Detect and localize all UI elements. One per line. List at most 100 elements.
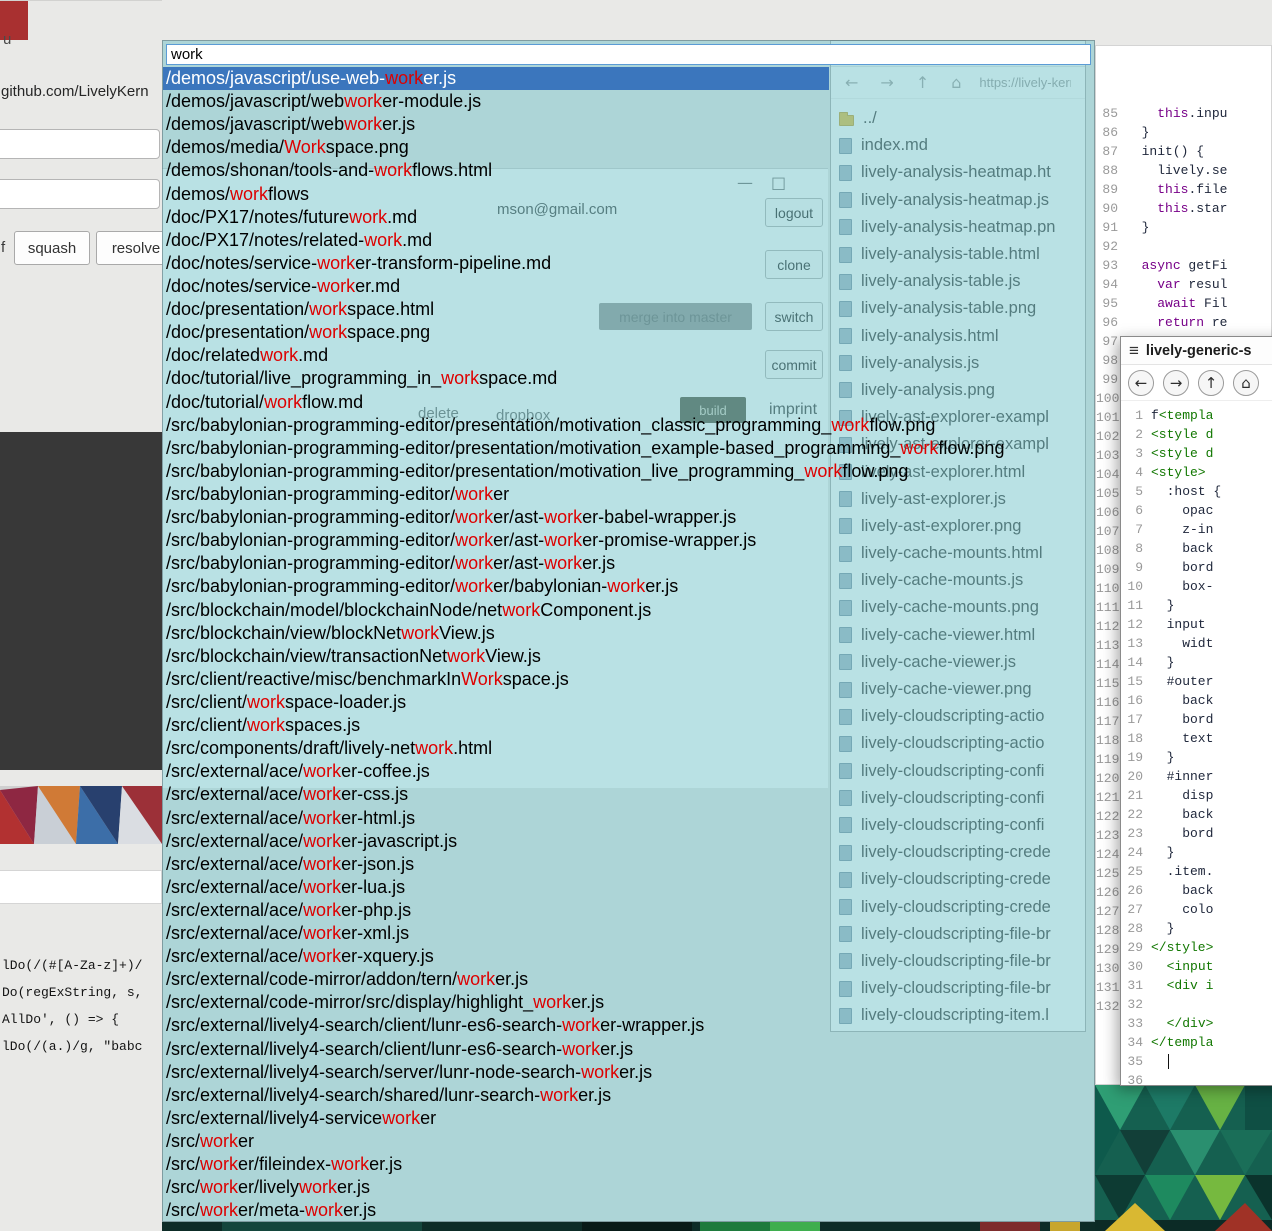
search-result-row[interactable]: /doc/presentation/workspace.png — [163, 321, 829, 344]
code-line: 24 } — [1121, 843, 1272, 862]
search-result-row[interactable]: /src/babylonian-programming-editor/worke… — [163, 483, 829, 506]
search-result-row[interactable]: /src/external/lively4-search/client/lunr… — [163, 1014, 829, 1037]
home-icon[interactable]: ⌂ — [1233, 370, 1259, 396]
search-result-row[interactable]: /src/babylonian-programming-editor/prese… — [163, 460, 829, 483]
code-line: 7 z-in — [1121, 520, 1272, 539]
line-number: 9 — [1121, 558, 1151, 577]
search-result-row[interactable]: /doc/relatedwork.md — [163, 344, 829, 367]
line-number: 93 — [1096, 256, 1126, 275]
line-number: 17 — [1121, 710, 1151, 729]
search-result-row[interactable]: /src/babylonian-programming-editor/prese… — [163, 414, 829, 437]
search-result-row[interactable]: /src/babylonian-programming-editor/worke… — [163, 529, 829, 552]
dark-panel — [0, 432, 162, 770]
search-result-row[interactable]: /src/external/lively4-search/server/lunr… — [163, 1061, 829, 1084]
code-line: 85 this.inpu — [1096, 104, 1271, 123]
line-number: 1 — [1121, 406, 1151, 425]
search-result-row[interactable]: /src/external/ace/worker-php.js — [163, 899, 829, 922]
squash-button[interactable]: squash — [14, 231, 90, 265]
line-number: 29 — [1121, 938, 1151, 957]
code-window-lines[interactable]: 1f<templa2<style d3<style d4<style>5 :ho… — [1121, 401, 1272, 1086]
line-number: 96 — [1096, 313, 1126, 332]
search-result-row[interactable]: /demos/workflows — [163, 183, 829, 206]
text-cursor — [1168, 1054, 1170, 1069]
code-line: 3<style d — [1121, 444, 1272, 463]
line-number: 24 — [1121, 843, 1151, 862]
search-result-row[interactable]: /src/external/ace/worker-xml.js — [163, 922, 829, 945]
up-icon[interactable]: ↑ — [1198, 370, 1224, 396]
search-overlay: /demos/javascript/use-web-worker.js/demo… — [162, 40, 1095, 1222]
back-icon[interactable]: ← — [1128, 370, 1154, 396]
code-line: 4<style> — [1121, 463, 1272, 482]
code-window-titlebar: ≡ lively-generic-s — [1121, 337, 1272, 365]
search-result-row[interactable]: /demos/javascript/webworker-module.js — [163, 90, 829, 113]
search-result-row[interactable]: /src/client/workspaces.js — [163, 714, 829, 737]
code-line: 27 colo — [1121, 900, 1272, 919]
code-line: 11 } — [1121, 596, 1272, 615]
code-line: 18 text — [1121, 729, 1272, 748]
search-result-row[interactable]: /demos/javascript/webworker.js — [163, 113, 829, 136]
search-result-row[interactable]: /src/blockchain/view/blockNetworkView.js — [163, 622, 829, 645]
search-result-row[interactable]: /src/blockchain/view/transactionNetworkV… — [163, 645, 829, 668]
search-result-row[interactable]: /src/components/draft/lively-network.htm… — [163, 737, 829, 760]
line-number: 18 — [1121, 729, 1151, 748]
text-fragment-f: f — [1, 239, 5, 256]
code-line: 14 } — [1121, 653, 1272, 672]
search-result-row[interactable]: /doc/tutorial/workflow.md — [163, 391, 829, 414]
line-number: 28 — [1121, 919, 1151, 938]
line-number: 19 — [1121, 748, 1151, 767]
search-result-row[interactable]: /src/worker/fileindex-worker.js — [163, 1153, 829, 1176]
search-result-row[interactable]: /doc/presentation/workspace.html — [163, 298, 829, 321]
search-result-row[interactable]: /src/external/lively4-search/shared/lunr… — [163, 1084, 829, 1107]
code-line: 5 :host { — [1121, 482, 1272, 501]
search-result-row[interactable]: /src/external/code-mirror/src/display/hi… — [163, 991, 829, 1014]
search-result-row[interactable]: /src/external/ace/worker-xquery.js — [163, 945, 829, 968]
search-result-row[interactable]: /src/babylonian-programming-editor/prese… — [163, 437, 829, 460]
search-result-row[interactable]: /doc/notes/service-worker-transform-pipe… — [163, 252, 829, 275]
search-result-row[interactable]: /demos/javascript/use-web-worker.js — [163, 67, 829, 90]
line-number: 32 — [1121, 995, 1151, 1014]
search-result-row[interactable]: /demos/shonan/tools-and-workflows.html — [163, 159, 829, 182]
search-result-row[interactable]: /src/external/ace/worker-lua.js — [163, 876, 829, 899]
search-result-row[interactable]: /src/babylonian-programming-editor/worke… — [163, 506, 829, 529]
search-result-row[interactable]: /doc/PX17/notes/related-work.md — [163, 229, 829, 252]
desktop-mosaic-bottom-right — [1095, 1085, 1272, 1231]
search-result-row[interactable]: /src/worker/meta-worker.js — [163, 1199, 829, 1221]
search-result-row[interactable]: /src/external/ace/worker-json.js — [163, 853, 829, 876]
search-result-row[interactable]: /src/external/ace/worker-coffee.js — [163, 760, 829, 783]
code-line: 26 back — [1121, 881, 1272, 900]
search-result-row[interactable]: /src/external/ace/worker-css.js — [163, 783, 829, 806]
line-number: 5 — [1121, 482, 1151, 501]
menu-icon[interactable]: ≡ — [1129, 341, 1139, 361]
search-result-row[interactable]: /src/babylonian-programming-editor/worke… — [163, 575, 829, 598]
code-window: ≡ lively-generic-s ← → ↑ ⌂ 1f<templa2<st… — [1120, 336, 1272, 1086]
search-result-row[interactable]: /src/client/workspace-loader.js — [163, 691, 829, 714]
search-result-row[interactable]: /doc/notes/service-worker.md — [163, 275, 829, 298]
search-result-row[interactable]: /src/external/ace/worker-javascript.js — [163, 830, 829, 853]
search-input[interactable] — [166, 44, 1091, 65]
line-number: 92 — [1096, 237, 1126, 256]
search-result-row[interactable]: /src/babylonian-programming-editor/worke… — [163, 552, 829, 575]
search-result-row[interactable]: /src/external/lively4-serviceworker — [163, 1107, 829, 1130]
search-result-row[interactable]: /src/external/lively4-search/client/lunr… — [163, 1038, 829, 1061]
line-number: 27 — [1121, 900, 1151, 919]
window-title: lively-generic-s — [1146, 343, 1252, 359]
forward-icon[interactable]: → — [1163, 370, 1189, 396]
left-input-1[interactable] — [0, 129, 160, 159]
search-result-row[interactable]: /src/blockchain/model/blockchainNode/net… — [163, 599, 829, 622]
line-number: 90 — [1096, 199, 1126, 218]
line-number: 2 — [1121, 425, 1151, 444]
search-result-row[interactable]: /src/client/reactive/misc/benchmarkInWor… — [163, 668, 829, 691]
search-result-row[interactable]: /doc/PX17/notes/futurework.md — [163, 206, 829, 229]
search-result-row[interactable]: /demos/media/Workspace.png — [163, 136, 829, 159]
desktop-mosaic-strip — [162, 1222, 1095, 1231]
search-result-row[interactable]: /src/external/ace/worker-html.js — [163, 807, 829, 830]
code-line: 13 widt — [1121, 634, 1272, 653]
code-line: 33 </div> — [1121, 1014, 1272, 1033]
code-line: 30 <input — [1121, 957, 1272, 976]
line-number: 7 — [1121, 520, 1151, 539]
search-result-row[interactable]: /src/worker — [163, 1130, 829, 1153]
search-result-row[interactable]: /src/worker/livelyworker.js — [163, 1176, 829, 1199]
left-input-2[interactable] — [0, 179, 160, 209]
search-result-row[interactable]: /doc/tutorial/live_programming_in_worksp… — [163, 367, 829, 390]
search-result-row[interactable]: /src/external/code-mirror/addon/tern/wor… — [163, 968, 829, 991]
